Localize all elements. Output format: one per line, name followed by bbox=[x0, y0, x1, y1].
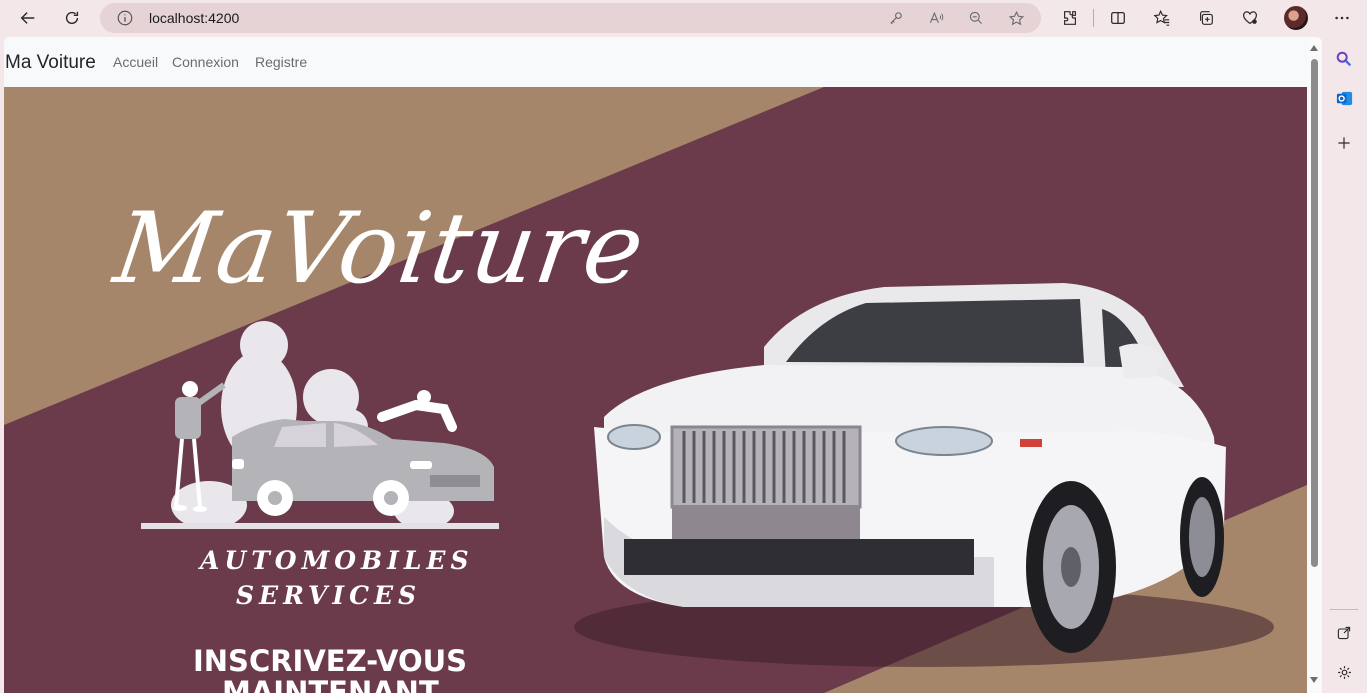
scroll-thumb[interactable] bbox=[1311, 59, 1318, 567]
zoom-out-icon[interactable] bbox=[966, 8, 986, 28]
back-icon[interactable] bbox=[13, 4, 43, 32]
url-text[interactable]: localhost:4200 bbox=[149, 10, 239, 26]
nav-link-connexion[interactable]: Connexion bbox=[172, 54, 239, 70]
refresh-icon[interactable] bbox=[57, 4, 87, 32]
nav-link-registre[interactable]: Registre bbox=[255, 54, 307, 70]
scroll-up-arrow-icon[interactable] bbox=[1310, 45, 1318, 51]
hero-services-line2: SERVICES bbox=[236, 581, 422, 610]
hero-cta-line2[interactable]: MAINTENANT bbox=[222, 675, 439, 693]
collections-icon[interactable] bbox=[1191, 4, 1221, 32]
browser-sidebar bbox=[1322, 37, 1367, 693]
hero-banner: MaVoiture AUTOMOBILES SERVICES INSCRIVEZ… bbox=[4, 87, 1307, 693]
page-scrollbar[interactable] bbox=[1307, 37, 1322, 693]
split-screen-icon[interactable] bbox=[1103, 4, 1133, 32]
hero-cta-line1[interactable]: INSCRIVEZ-VOUS bbox=[193, 644, 467, 678]
key-icon[interactable] bbox=[886, 8, 906, 28]
more-icon[interactable] bbox=[1327, 4, 1357, 32]
open-external-icon[interactable] bbox=[1333, 622, 1355, 644]
extensions-icon[interactable] bbox=[1055, 4, 1085, 32]
hero-background bbox=[4, 87, 1307, 693]
address-bar[interactable]: localhost:4200 bbox=[100, 3, 1041, 33]
site-navbar: Ma Voiture Accueil Connexion Registre bbox=[4, 37, 1307, 87]
hero-script-title: MaVoiture bbox=[107, 192, 652, 306]
sidebar-divider bbox=[1330, 609, 1358, 610]
settings-icon[interactable] bbox=[1333, 661, 1355, 683]
outlook-icon[interactable] bbox=[1333, 87, 1355, 109]
info-icon[interactable] bbox=[116, 9, 134, 27]
add-icon[interactable] bbox=[1333, 132, 1355, 154]
navbar-brand[interactable]: Ma Voiture bbox=[5, 52, 96, 74]
search-icon[interactable] bbox=[1333, 48, 1355, 70]
hero-services-line1: AUTOMOBILES bbox=[200, 546, 474, 575]
nav-link-accueil[interactable]: Accueil bbox=[113, 54, 158, 70]
browser-toolbar: localhost:4200 bbox=[0, 0, 1367, 37]
page-viewport: Ma Voiture Accueil Connexion Registre Ma… bbox=[4, 37, 1322, 693]
favorite-star-icon[interactable] bbox=[1006, 8, 1026, 28]
read-aloud-icon[interactable] bbox=[926, 8, 946, 28]
favorites-icon[interactable] bbox=[1147, 4, 1177, 32]
toolbar-divider bbox=[1093, 9, 1094, 27]
profile-avatar[interactable] bbox=[1284, 6, 1308, 30]
scroll-down-arrow-icon[interactable] bbox=[1310, 677, 1318, 683]
copilot-icon[interactable] bbox=[1235, 4, 1265, 32]
